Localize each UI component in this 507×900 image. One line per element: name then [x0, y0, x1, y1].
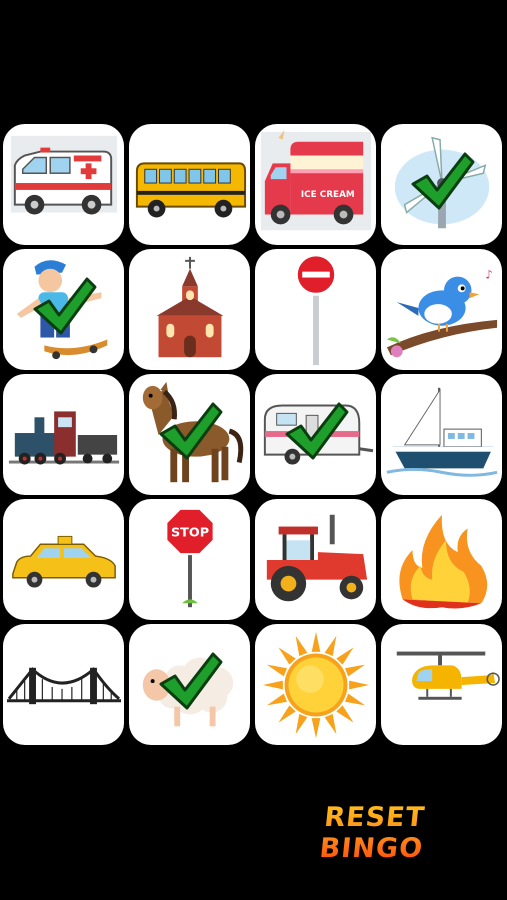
school-bus-icon: [135, 161, 246, 217]
bingo-board: ICE CREAM ♪ STOP: [3, 124, 504, 745]
reset-label-line1: RESET: [322, 802, 427, 833]
tile-school-bus[interactable]: [129, 124, 250, 245]
tile-stop-sign[interactable]: STOP: [129, 499, 250, 620]
tile-bridge[interactable]: [3, 624, 124, 745]
tile-taxi[interactable]: [3, 499, 124, 620]
tile-church[interactable]: [129, 249, 250, 370]
no-entry-sign-icon: [294, 252, 337, 365]
svg-text:♪: ♪: [485, 267, 493, 281]
helicopter-icon: [396, 651, 500, 700]
skateboarder-icon: [16, 259, 107, 359]
tile-helicopter[interactable]: [381, 624, 502, 745]
ambulance-icon: [10, 135, 117, 214]
bird-icon: ♪: [386, 267, 497, 357]
tile-train[interactable]: [3, 374, 124, 495]
tile-skateboarder[interactable]: [3, 249, 124, 370]
tile-sun[interactable]: [255, 624, 376, 745]
tractor-icon: [266, 514, 367, 601]
tile-sheep[interactable]: [129, 624, 250, 745]
stop-sign-text: STOP: [170, 525, 208, 540]
tile-fire[interactable]: [381, 499, 502, 620]
boat-icon: [386, 387, 497, 477]
tile-camper-trailer[interactable]: [255, 374, 376, 495]
horse-icon: [142, 381, 243, 482]
tile-ice-cream-truck[interactable]: ICE CREAM: [255, 124, 376, 245]
reset-label-line2: BINGO: [318, 833, 425, 864]
windmill-icon: [394, 136, 489, 228]
tile-horse[interactable]: [129, 374, 250, 495]
tile-tractor[interactable]: [255, 499, 376, 620]
ice-cream-sign-text: ICE CREAM: [300, 189, 354, 199]
tile-windmill[interactable]: [381, 124, 502, 245]
stop-sign-icon: STOP: [164, 507, 215, 607]
ice-cream-truck-icon: ICE CREAM: [260, 129, 371, 230]
church-icon: [156, 256, 223, 357]
reset-bingo-button[interactable]: RESET BINGO: [315, 802, 432, 864]
train-icon: [8, 410, 119, 464]
tile-bird[interactable]: ♪: [381, 249, 502, 370]
fire-icon: [398, 514, 487, 609]
tile-no-entry-sign[interactable]: [255, 249, 376, 370]
taxi-icon: [11, 535, 116, 588]
sheep-icon: [142, 656, 233, 726]
tile-ambulance[interactable]: [3, 124, 124, 245]
camper-trailer-icon: [263, 404, 373, 464]
bridge-icon: [6, 666, 121, 704]
sun-icon: [262, 631, 369, 738]
tile-boat[interactable]: [381, 374, 502, 495]
